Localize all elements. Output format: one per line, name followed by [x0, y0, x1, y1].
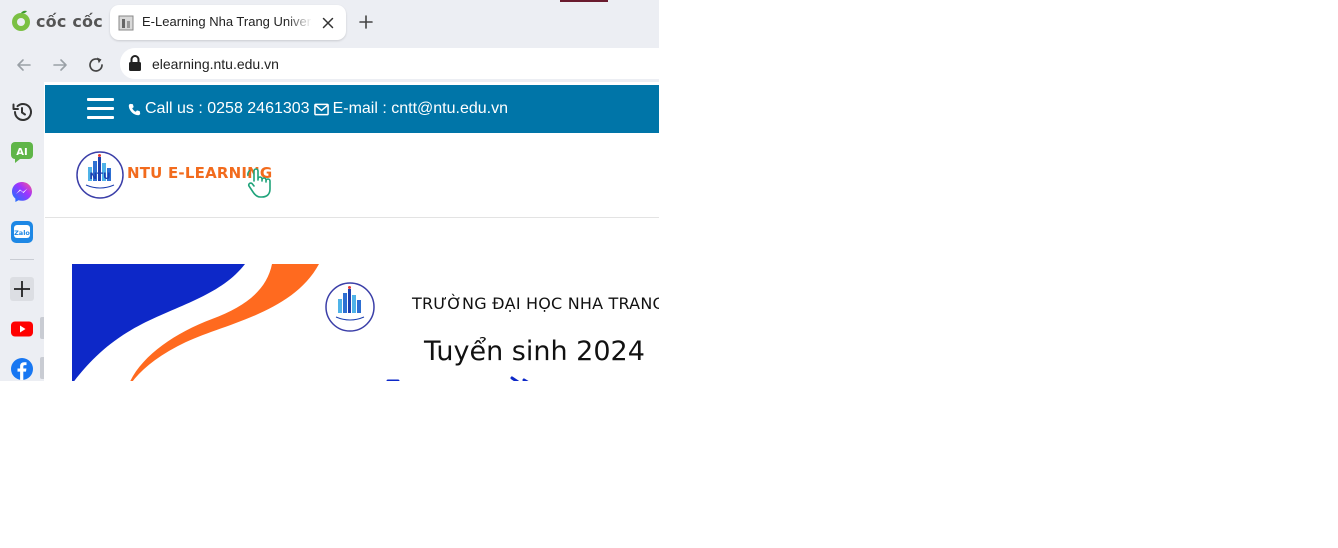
contact-info: Call us : 0258 2461303 E-mail : cntt@ntu… [128, 100, 508, 118]
ai-bubble-icon: AI [11, 142, 33, 163]
banner-partial-text-graphic [386, 376, 529, 381]
sidebar-scroll-marker [40, 357, 44, 379]
browser-brand-name: cốc cốc [36, 11, 103, 31]
new-tab-icon[interactable] [355, 11, 377, 33]
browser-window: cốc cốc E-Learning Nha Trang University [0, 0, 659, 381]
sidebar-active-marker [40, 317, 44, 339]
address-bar[interactable]: elearning.ntu.edu.vn [120, 48, 659, 79]
browser-sidebar: AI Zalo [0, 82, 44, 381]
lock-icon[interactable] [128, 55, 142, 71]
banner-headline: Tuyển sinh 2024 [424, 336, 645, 367]
email-icon [313, 103, 329, 115]
url-text: elearning.ntu.edu.vn [152, 56, 279, 72]
forward-arrow-icon[interactable] [49, 54, 71, 76]
browser-brand[interactable]: cốc cốc [10, 10, 103, 32]
banner-ntu-logo-icon [325, 282, 375, 332]
zalo-label: Zalo [14, 229, 30, 237]
pointer-hand-icon [247, 168, 271, 198]
tab-title: E-Learning Nha Trang University [142, 14, 312, 29]
ntu-logo-text: NTU [90, 172, 111, 182]
site-favicon-icon [118, 15, 134, 31]
facebook-icon[interactable] [10, 357, 34, 381]
window-control-edge [560, 0, 608, 2]
banner-wave-graphic [72, 264, 319, 381]
admission-banner[interactable]: TRƯỜNG ĐẠI HỌC NHA TRANG Tuyển sinh 2024 [72, 264, 659, 381]
youtube-icon[interactable] [10, 317, 34, 341]
sidebar-divider [10, 259, 34, 260]
contact-bar: Call us : 0258 2461303 E-mail : cntt@ntu… [45, 85, 659, 133]
ai-assistant-icon[interactable]: AI [10, 140, 34, 164]
coccoc-logo-icon [12, 10, 30, 31]
messenger-icon[interactable] [10, 180, 34, 204]
history-icon[interactable] [10, 100, 34, 124]
reload-icon[interactable] [85, 54, 107, 76]
active-tab[interactable]: E-Learning Nha Trang University [110, 5, 346, 40]
ntu-logo-icon[interactable]: NTU [76, 151, 124, 199]
phone-text[interactable]: Call us : 0258 2461303 [145, 100, 310, 118]
tab-strip: cốc cốc E-Learning Nha Trang University [0, 0, 659, 48]
phone-icon [128, 103, 141, 115]
ai-label: AI [16, 147, 27, 158]
site-header: NTU NTU E-LEARNING [45, 133, 659, 218]
web-page: Call us : 0258 2461303 E-mail : cntt@ntu… [45, 85, 659, 381]
hamburger-menu-icon[interactable] [87, 98, 114, 120]
banner-school-name: TRƯỜNG ĐẠI HỌC NHA TRANG [412, 294, 659, 313]
back-arrow-icon[interactable] [13, 54, 35, 76]
zalo-logo-icon: Zalo [11, 221, 33, 243]
add-icon[interactable] [10, 277, 34, 301]
zalo-icon[interactable]: Zalo [10, 220, 34, 244]
email-text[interactable]: E-mail : cntt@ntu.edu.vn [333, 100, 508, 118]
navigation-toolbar: elearning.ntu.edu.vn [0, 48, 659, 82]
close-tab-icon[interactable] [320, 15, 336, 31]
